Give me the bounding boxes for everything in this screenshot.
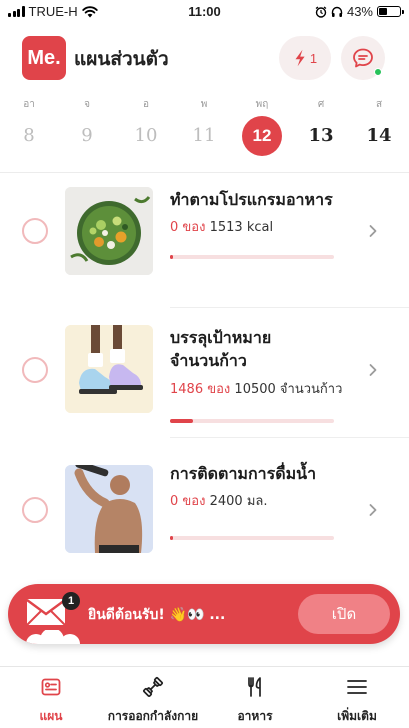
sneakers-illustration xyxy=(65,325,153,413)
tab-label: แผน xyxy=(39,709,63,723)
chevron-right-icon xyxy=(369,225,377,237)
header-divider xyxy=(0,172,409,173)
notification-dot xyxy=(374,68,382,76)
task-progress-bar xyxy=(170,536,174,540)
day-label: อา xyxy=(23,99,35,110)
menu-icon xyxy=(347,680,367,694)
task-current-value: 1486 xyxy=(170,382,204,397)
battery-icon xyxy=(377,6,404,17)
task-title: บรรลุเป้าหมาย จำนวนก้าว xyxy=(170,326,370,372)
day-sat[interactable]: ส 14 xyxy=(357,96,401,156)
chat-button[interactable] xyxy=(341,36,385,80)
week-selector: อา 8 จ 9 อ 10 พ 11 พฤ 12 ศ 13 ส 14 xyxy=(0,96,409,166)
status-right: 43% xyxy=(315,4,404,19)
day-date: 8 xyxy=(23,125,35,146)
alarm-icon xyxy=(315,5,327,18)
tab-label: เพิ่มเติม xyxy=(337,709,377,723)
task-target-value: 10500 จำนวนก้าว xyxy=(234,382,343,397)
task-title-line: บรรลุเป้าหมาย xyxy=(170,328,272,347)
day-date: 13 xyxy=(308,125,334,146)
chevron-right-icon xyxy=(369,364,377,376)
salad-bowl-image xyxy=(65,187,153,275)
battery-level xyxy=(379,8,388,15)
chevron-right-icon xyxy=(369,504,377,516)
task-checkbox[interactable] xyxy=(22,357,48,383)
task-progress-track xyxy=(170,536,334,540)
day-thu[interactable]: พฤ 12 xyxy=(240,96,284,156)
sneakers-image xyxy=(65,325,153,413)
banner-message: ยินดีต้อนรับ! 👋👀 ... xyxy=(88,607,226,623)
task-target-value: 2400 มล. xyxy=(209,494,268,509)
day-date: 9 xyxy=(81,125,93,146)
task-meal-plan[interactable]: ทำตามโปรแกรมอาหาร 0 ของ 1513 kcal xyxy=(0,178,409,308)
task-title: การติดตามการดื่มน้ำ xyxy=(170,464,317,483)
man-drinking-illustration xyxy=(65,465,153,553)
streak-count: 1 xyxy=(309,50,318,66)
day-label: พ xyxy=(200,99,208,110)
status-bar: TRUE-H 11:00 43% xyxy=(0,0,409,24)
task-progress-bar xyxy=(170,255,174,259)
tab-plan[interactable]: แผน xyxy=(0,667,102,728)
tab-label: อาหาร xyxy=(237,709,273,723)
notification-badge: 1 xyxy=(62,592,80,610)
man-drinking-image xyxy=(65,465,153,553)
headphones-icon xyxy=(331,6,343,17)
task-title-line: จำนวนก้าว xyxy=(170,351,247,370)
day-label: พฤ xyxy=(255,99,269,110)
tab-label: การออกกำลังกาย xyxy=(107,709,199,723)
day-fri[interactable]: ศ 13 xyxy=(299,96,343,156)
day-mon[interactable]: จ 9 xyxy=(65,96,109,156)
task-of-label: ของ xyxy=(182,220,206,235)
day-label: อ xyxy=(142,99,149,110)
task-checkbox[interactable] xyxy=(22,497,48,523)
task-target-value: 1513 kcal xyxy=(209,220,274,235)
day-sun[interactable]: อา 8 xyxy=(7,96,51,156)
day-label: ศ xyxy=(317,99,325,110)
day-date-selected: 12 xyxy=(242,116,282,156)
plan-icon xyxy=(41,678,61,696)
tab-workout[interactable]: การออกกำลังกาย xyxy=(102,667,204,728)
task-of-label: ของ xyxy=(207,382,231,397)
day-label: จ xyxy=(84,99,90,110)
page-title: แผนส่วนตัว xyxy=(74,48,169,70)
day-wed[interactable]: พ 11 xyxy=(182,96,226,156)
welcome-banner[interactable]: 1 ยินดีต้อนรับ! 👋👀 ... เปิด xyxy=(8,584,400,644)
salad-illustration xyxy=(65,187,153,275)
day-label: ส xyxy=(375,99,383,110)
app-logo[interactable]: Me. xyxy=(22,36,66,80)
day-date: 14 xyxy=(366,125,392,146)
open-button[interactable]: เปิด xyxy=(298,594,390,634)
streak-button[interactable]: 1 xyxy=(279,36,331,80)
task-progress-text: 1486 ของ 10500 จำนวนก้าว xyxy=(170,378,342,399)
task-step-goal[interactable]: บรรลุเป้าหมาย จำนวนก้าว 1486 ของ 10500 จ… xyxy=(0,308,409,438)
utensils-icon xyxy=(248,677,261,697)
app-header: Me. แผนส่วนตัว 1 xyxy=(0,30,409,86)
envelope-icon xyxy=(26,599,66,626)
day-date: 11 xyxy=(192,125,216,146)
task-current-value: 0 xyxy=(170,220,179,235)
chat-icon xyxy=(353,48,373,68)
task-progress-bar xyxy=(170,419,193,423)
day-date: 10 xyxy=(134,125,158,146)
task-progress-track xyxy=(170,419,334,423)
task-water-tracking[interactable]: การติดตามการดื่มน้ำ 0 ของ 2400 มล. xyxy=(0,438,409,568)
task-progress-text: 0 ของ 1513 kcal xyxy=(170,216,273,237)
tab-more[interactable]: เพิ่มเติม xyxy=(306,667,408,728)
battery-percent: 43% xyxy=(346,4,373,19)
day-tue[interactable]: อ 10 xyxy=(124,96,168,156)
bottom-navigation: แผน การออกกำลังกาย อาหาร เพิ่มเติม xyxy=(0,666,409,728)
task-current-value: 0 xyxy=(170,494,179,509)
cloud-decoration xyxy=(26,630,80,644)
task-title: ทำตามโปรแกรมอาหาร xyxy=(170,190,333,209)
lightning-icon xyxy=(295,49,305,67)
task-progress-track xyxy=(170,255,334,259)
task-of-label: ของ xyxy=(182,494,206,509)
task-checkbox[interactable] xyxy=(22,218,48,244)
tab-food[interactable]: อาหาร xyxy=(204,667,306,728)
task-progress-text: 0 ของ 2400 มล. xyxy=(170,490,268,511)
dumbbell-icon xyxy=(143,677,163,697)
